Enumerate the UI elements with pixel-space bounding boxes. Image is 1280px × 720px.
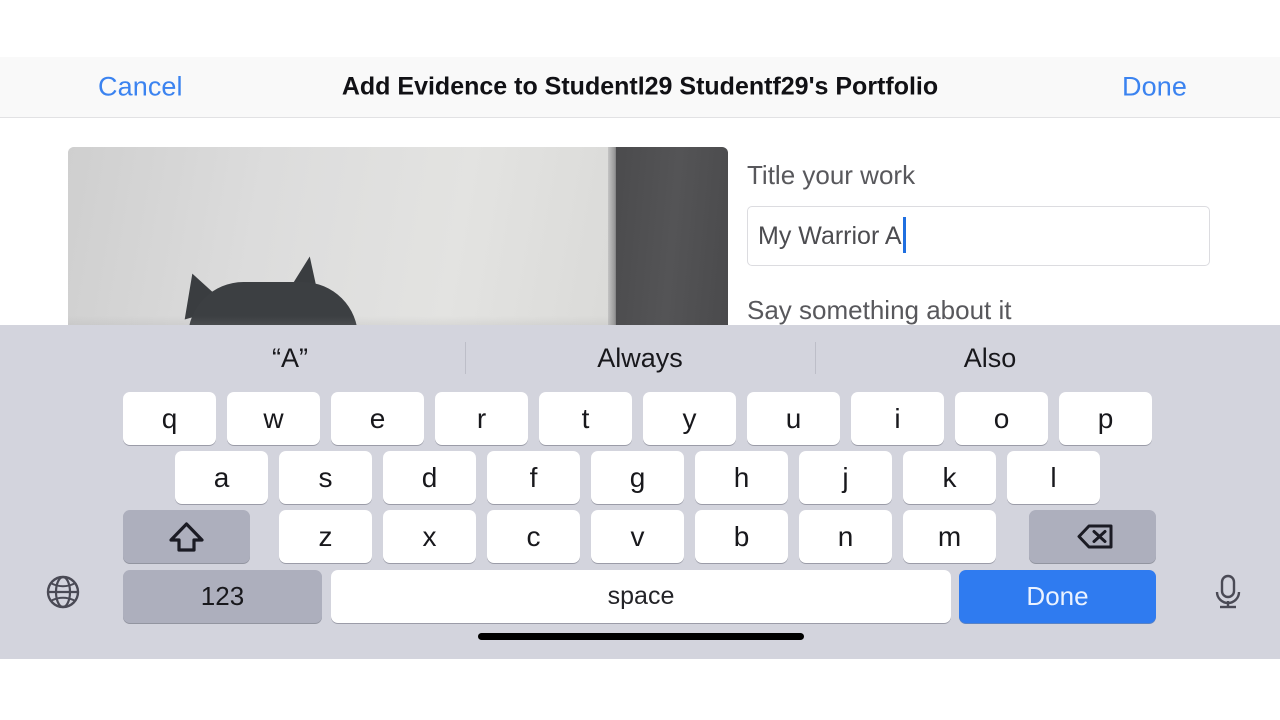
onscreen-keyboard: “A” Always Also q w e r t y u i o p a s … xyxy=(0,325,1280,659)
home-indicator[interactable] xyxy=(478,633,804,640)
key-t[interactable]: t xyxy=(539,392,632,445)
key-w[interactable]: w xyxy=(227,392,320,445)
key-m[interactable]: m xyxy=(903,510,996,563)
title-input[interactable] xyxy=(747,206,1210,266)
description-field-label: Say something about it xyxy=(747,295,1012,325)
key-j[interactable]: j xyxy=(799,451,892,504)
suggestion-2[interactable]: Also xyxy=(815,325,1165,391)
microphone-icon xyxy=(1215,574,1241,609)
key-q[interactable]: q xyxy=(123,392,216,445)
photo-dark-panel xyxy=(616,147,728,332)
key-u[interactable]: u xyxy=(747,392,840,445)
shift-arrow-icon xyxy=(169,522,204,552)
cancel-button[interactable]: Cancel xyxy=(98,72,183,103)
app-screen: Cancel Add Evidence to Studentl29 Studen… xyxy=(0,0,1280,720)
key-l[interactable]: l xyxy=(1007,451,1100,504)
numbers-key[interactable]: 123 xyxy=(123,570,322,623)
shift-key[interactable] xyxy=(123,510,250,563)
done-button[interactable]: Done xyxy=(1122,72,1187,103)
globe-icon xyxy=(46,575,80,609)
key-z[interactable]: z xyxy=(279,510,372,563)
key-o[interactable]: o xyxy=(955,392,1048,445)
bottom-filler xyxy=(0,659,1280,720)
key-h[interactable]: h xyxy=(695,451,788,504)
key-g[interactable]: g xyxy=(591,451,684,504)
suggestion-1[interactable]: Always xyxy=(465,325,815,391)
evidence-photo-thumbnail[interactable] xyxy=(68,147,728,332)
key-i[interactable]: i xyxy=(851,392,944,445)
return-done-key[interactable]: Done xyxy=(959,570,1156,623)
page-title: Add Evidence to Studentl29 Studentf29's … xyxy=(341,72,939,101)
suggestion-bar: “A” Always Also xyxy=(0,325,1280,391)
status-bar xyxy=(0,0,1280,57)
key-c[interactable]: c xyxy=(487,510,580,563)
evidence-form: Title your work Say something about it xyxy=(0,118,1280,332)
key-k[interactable]: k xyxy=(903,451,996,504)
globe-key[interactable] xyxy=(44,573,82,616)
key-f[interactable]: f xyxy=(487,451,580,504)
space-key[interactable]: space xyxy=(331,570,951,623)
key-b[interactable]: b xyxy=(695,510,788,563)
suggestion-0[interactable]: “A” xyxy=(115,325,465,391)
form-fields: Title your work Say something about it xyxy=(747,118,1212,325)
key-a[interactable]: a xyxy=(175,451,268,504)
backspace-icon xyxy=(1077,524,1113,549)
title-field-label: Title your work xyxy=(747,160,916,190)
text-cursor xyxy=(903,217,906,253)
key-n[interactable]: n xyxy=(799,510,892,563)
key-p[interactable]: p xyxy=(1059,392,1152,445)
key-v[interactable]: v xyxy=(591,510,684,563)
key-y[interactable]: y xyxy=(643,392,736,445)
backspace-key[interactable] xyxy=(1029,510,1156,563)
key-x[interactable]: x xyxy=(383,510,476,563)
key-r[interactable]: r xyxy=(435,392,528,445)
key-e[interactable]: e xyxy=(331,392,424,445)
dictation-key[interactable] xyxy=(1209,572,1247,617)
navigation-bar: Cancel Add Evidence to Studentl29 Studen… xyxy=(0,57,1280,118)
key-s[interactable]: s xyxy=(279,451,372,504)
key-d[interactable]: d xyxy=(383,451,476,504)
